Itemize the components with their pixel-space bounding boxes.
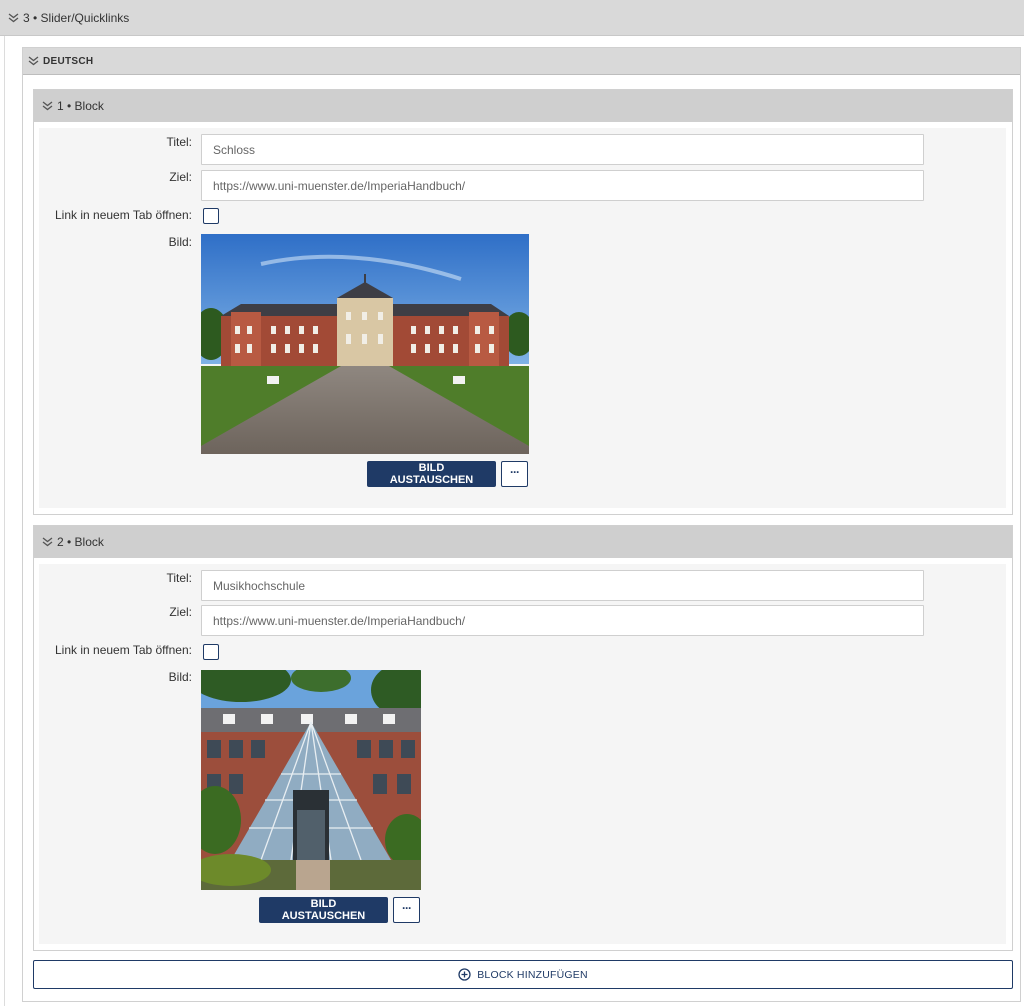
add-block-button[interactable]: BLOCK HINZUFÜGEN <box>33 960 1013 989</box>
double-chevron-down-icon[interactable] <box>42 537 53 547</box>
language-header[interactable]: DEUTSCH <box>23 48 1020 75</box>
new-tab-label: Link in neuem Tab öffnen: <box>55 208 192 222</box>
title-label: Titel: <box>166 571 192 585</box>
add-block-label: BLOCK HINZUFÜGEN <box>477 968 588 981</box>
target-input[interactable] <box>201 605 924 636</box>
new-tab-label: Link in neuem Tab öffnen: <box>55 643 192 657</box>
more-options-button[interactable]: ··· <box>393 897 420 923</box>
target-input[interactable] <box>201 170 924 201</box>
music-school-image <box>201 670 421 890</box>
replace-image-button[interactable]: BILD AUSTAUSCHEN <box>367 461 496 487</box>
new-tab-checkbox[interactable] <box>203 644 219 660</box>
new-tab-checkbox[interactable] <box>203 208 219 224</box>
block-header[interactable]: 1 • Block <box>34 90 1012 122</box>
double-chevron-down-icon[interactable] <box>42 101 53 111</box>
double-chevron-down-icon[interactable] <box>8 12 19 23</box>
title-input[interactable] <box>201 134 924 165</box>
circle-plus-icon <box>458 968 471 981</box>
castle-image <box>201 234 529 454</box>
replace-image-button[interactable]: BILD AUSTAUSCHEN <box>259 897 388 923</box>
language-title: DEUTSCH <box>43 55 94 67</box>
section-title: 3 • Slider/Quicklinks <box>23 10 130 25</box>
block-title: 2 • Block <box>57 535 104 549</box>
target-label: Ziel: <box>169 605 192 619</box>
section-header[interactable]: 3 • Slider/Quicklinks <box>0 0 1024 36</box>
image-label: Bild: <box>168 670 192 684</box>
block-title: 1 • Block <box>57 99 104 113</box>
double-chevron-down-icon[interactable] <box>28 56 39 66</box>
image-label: Bild: <box>168 235 192 249</box>
more-options-button[interactable]: ··· <box>501 461 528 487</box>
title-label: Titel: <box>166 135 192 149</box>
title-input[interactable] <box>201 570 924 601</box>
block-header[interactable]: 2 • Block <box>34 526 1012 558</box>
target-label: Ziel: <box>169 170 192 184</box>
